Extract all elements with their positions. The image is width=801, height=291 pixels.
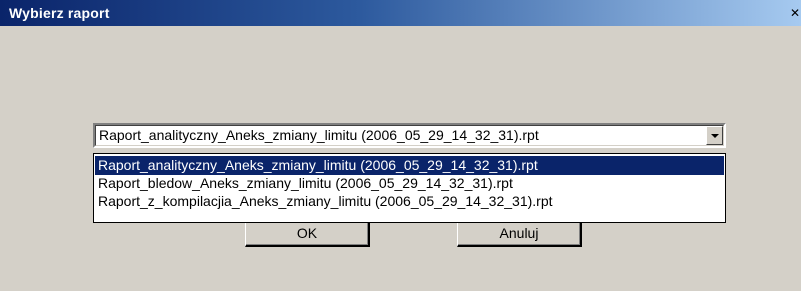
title-bar[interactable]: Wybierz raport ✕ — [0, 0, 801, 26]
report-select[interactable]: Raport_analityczny_Aneks_zmiany_limitu (… — [93, 123, 726, 148]
report-select-value: Raport_analityczny_Aneks_zmiany_limitu (… — [99, 127, 539, 143]
dropdown-arrow-button[interactable] — [706, 126, 723, 145]
window-title: Wybierz raport — [9, 5, 110, 21]
chevron-down-icon — [711, 134, 719, 138]
dropdown-option[interactable]: Raport_analityczny_Aneks_zmiany_limitu (… — [95, 156, 724, 175]
dropdown-option[interactable]: Raport_z_kompilacjia_Aneks_zmiany_limitu… — [95, 192, 724, 211]
report-dropdown-list: Raport_analityczny_Aneks_zmiany_limitu (… — [93, 153, 726, 223]
report-dialog: Wybierz raport ✕ Raport_analityczny_Anek… — [0, 0, 801, 291]
dropdown-option[interactable]: Raport_bledow_Aneks_zmiany_limitu (2006_… — [95, 174, 724, 193]
close-icon[interactable]: ✕ — [789, 5, 801, 21]
